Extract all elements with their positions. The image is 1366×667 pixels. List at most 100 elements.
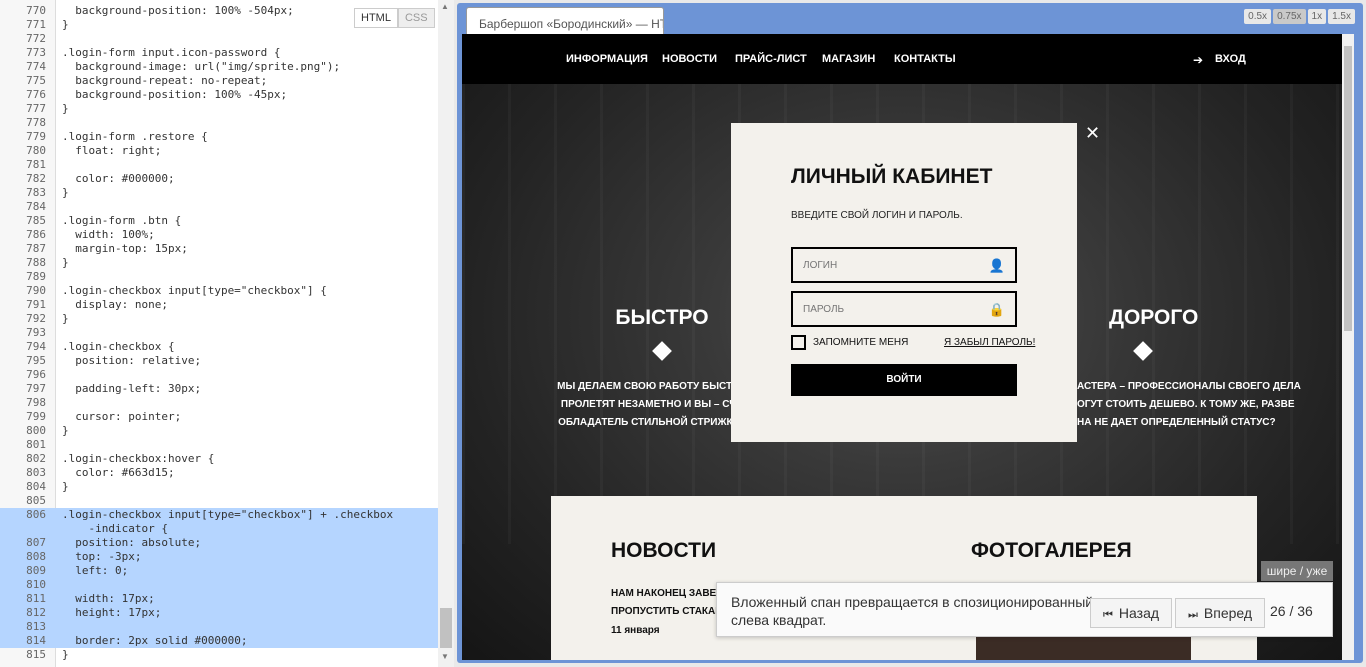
code-text[interactable]: cursor: pointer; <box>62 410 434 424</box>
code-line[interactable]: 789 <box>0 270 438 284</box>
zoom-0.5x[interactable]: 0.5x <box>1244 9 1272 24</box>
code-text[interactable]: float: right; <box>62 144 434 158</box>
code-line[interactable]: 798 <box>0 396 438 410</box>
code-text[interactable]: } <box>62 424 434 438</box>
nav-info[interactable]: ИНФОРМАЦИЯ <box>566 53 648 65</box>
remember-checkbox[interactable] <box>791 335 806 350</box>
code-text[interactable]: background-position: 100% -45px; <box>62 88 434 102</box>
code-text[interactable]: } <box>62 312 434 326</box>
code-text[interactable]: .login-form .btn { <box>62 214 434 228</box>
nav-login[interactable]: ВХОД <box>1215 53 1246 65</box>
remember-label[interactable]: ЗАПОМНИТЕ МЕНЯ <box>813 337 908 348</box>
nav-shop[interactable]: МАГАЗИН <box>822 53 875 65</box>
code-text[interactable]: } <box>62 102 434 116</box>
code-line[interactable]: 783} <box>0 186 438 200</box>
code-line[interactable]: 796 <box>0 368 438 382</box>
code-lines[interactable]: 770 background-position: 100% -504px; 771… <box>0 4 438 662</box>
code-editor[interactable]: 770 background-position: 100% -504px; 771… <box>0 0 454 667</box>
preview-scroll-thumb[interactable] <box>1344 46 1352 331</box>
code-line[interactable]: 812 height: 17px; <box>0 606 438 620</box>
code-text[interactable]: .login-checkbox input[type="checkbox"] +… <box>62 508 434 536</box>
code-text[interactable]: margin-top: 15px; <box>62 242 434 256</box>
code-text[interactable]: width: 100%; <box>62 228 434 242</box>
password-field[interactable]: 🔒 <box>791 291 1017 327</box>
code-text[interactable]: } <box>62 648 434 662</box>
code-text[interactable]: } <box>62 186 434 200</box>
preview-scrollbar[interactable] <box>1342 34 1354 660</box>
code-text[interactable]: .login-checkbox input[type="checkbox"] { <box>62 284 434 298</box>
code-line[interactable]: 780 float: right; <box>0 144 438 158</box>
code-line[interactable]: 799 cursor: pointer; <box>0 410 438 424</box>
nav-prices[interactable]: ПРАЙС-ЛИСТ <box>735 53 807 65</box>
code-text[interactable]: } <box>62 480 434 494</box>
code-line[interactable]: 772 <box>0 32 438 46</box>
forgot-password-link[interactable]: Я ЗАБЫЛ ПАРОЛЬ! <box>944 337 1035 348</box>
code-text[interactable]: background-repeat: no-repeat; <box>62 74 434 88</box>
code-text[interactable]: } <box>62 256 434 270</box>
code-text[interactable]: .login-form .restore { <box>62 130 434 144</box>
code-text[interactable]: .login-checkbox { <box>62 340 434 354</box>
code-text[interactable]: display: none; <box>62 298 434 312</box>
code-text[interactable]: .login-form input.icon-password { <box>62 46 434 60</box>
login-field[interactable]: 👤 <box>791 247 1017 283</box>
code-line[interactable]: 786 width: 100%; <box>0 228 438 242</box>
password-input[interactable] <box>793 293 983 325</box>
scroll-up-icon[interactable]: ▲ <box>441 2 449 11</box>
code-line[interactable]: 807 position: absolute; <box>0 536 438 550</box>
code-text[interactable]: border: 2px solid #000000; <box>62 634 434 648</box>
code-line[interactable]: 805 <box>0 494 438 508</box>
nav-contacts[interactable]: КОНТАКТЫ <box>894 53 956 65</box>
zoom-0.75x[interactable]: 0.75x <box>1273 9 1306 24</box>
code-line[interactable]: 803 color: #663d15; <box>0 466 438 480</box>
code-line[interactable]: 811 width: 17px; <box>0 592 438 606</box>
code-text[interactable]: color: #000000; <box>62 172 434 186</box>
preview-tab[interactable]: Барбершоп «Бородинский» — HTML <box>466 7 664 37</box>
code-text[interactable]: width: 17px; <box>62 592 434 606</box>
code-line[interactable]: 784 <box>0 200 438 214</box>
editor-scrollbar[interactable]: ▲ ▼ <box>438 0 454 667</box>
code-text[interactable]: position: relative; <box>62 354 434 368</box>
code-line[interactable]: 775 background-repeat: no-repeat; <box>0 74 438 88</box>
code-line[interactable]: 801 <box>0 438 438 452</box>
zoom-1.5x[interactable]: 1.5x <box>1328 9 1355 24</box>
code-text[interactable]: height: 17px; <box>62 606 434 620</box>
mode-css-button[interactable]: CSS <box>397 8 435 28</box>
login-input[interactable] <box>793 249 983 281</box>
forward-button[interactable]: ⏭ Вперед <box>1175 598 1266 628</box>
code-line[interactable]: 776 background-position: 100% -45px; <box>0 88 438 102</box>
editor-scroll-thumb[interactable] <box>440 608 452 648</box>
scroll-down-icon[interactable]: ▼ <box>441 652 449 661</box>
code-line[interactable]: 802 .login-checkbox:hover { <box>0 452 438 466</box>
code-line[interactable]: 794 .login-checkbox { <box>0 340 438 354</box>
code-line[interactable]: 795 position: relative; <box>0 354 438 368</box>
code-line[interactable]: 778 <box>0 116 438 130</box>
code-line[interactable]: 804} <box>0 480 438 494</box>
login-arrow-icon[interactable]: ➔ <box>1193 53 1203 67</box>
code-line[interactable]: 788} <box>0 256 438 270</box>
code-text[interactable]: padding-left: 30px; <box>62 382 434 396</box>
code-text[interactable]: color: #663d15; <box>62 466 434 480</box>
code-text[interactable]: top: -3px; <box>62 550 434 564</box>
code-line[interactable]: 791 display: none; <box>0 298 438 312</box>
code-line[interactable]: 777} <box>0 102 438 116</box>
code-line[interactable]: 785 .login-form .btn { <box>0 214 438 228</box>
close-icon[interactable]: ✕ <box>1085 123 1100 144</box>
code-line[interactable]: 793 <box>0 326 438 340</box>
code-line[interactable]: 809 left: 0; <box>0 564 438 578</box>
code-line[interactable]: 814 border: 2px solid #000000; <box>0 634 438 648</box>
login-submit-button[interactable]: ВОЙТИ <box>791 364 1017 396</box>
code-text[interactable]: left: 0; <box>62 564 434 578</box>
zoom-1x[interactable]: 1x <box>1307 9 1327 24</box>
code-text[interactable]: position: absolute; <box>62 536 434 550</box>
nav-news[interactable]: НОВОСТИ <box>662 53 717 65</box>
mode-html-button[interactable]: HTML <box>354 8 398 28</box>
code-line[interactable]: 782 color: #000000; <box>0 172 438 186</box>
back-button[interactable]: ⏮ Назад <box>1090 598 1173 628</box>
code-line[interactable]: 779 .login-form .restore { <box>0 130 438 144</box>
code-line[interactable]: 781 <box>0 158 438 172</box>
code-line[interactable]: 792} <box>0 312 438 326</box>
code-line[interactable]: 790 .login-checkbox input[type="checkbox"… <box>0 284 438 298</box>
code-line[interactable]: 815} <box>0 648 438 662</box>
code-line[interactable]: 810 <box>0 578 438 592</box>
code-line[interactable]: 774 background-image: url("img/sprite.pn… <box>0 60 438 74</box>
